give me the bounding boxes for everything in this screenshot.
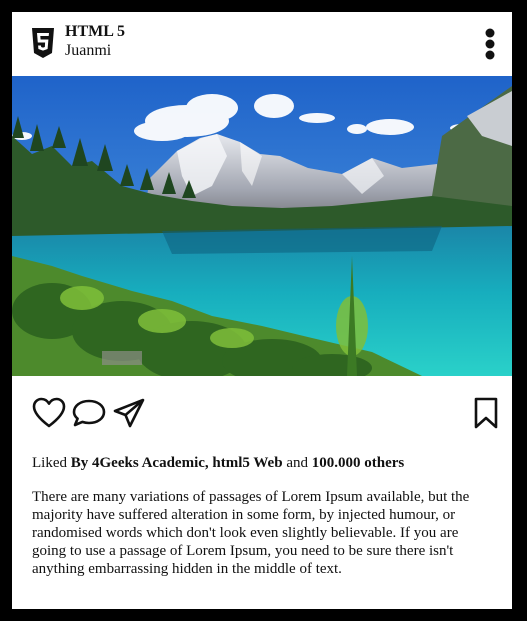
post-caption: There are many variations of passages of… [32, 489, 470, 577]
post-card: HTML 5 Juanmi Liked By 4Geeks Academic, … [12, 12, 512, 609]
likes-and: and [282, 455, 312, 471]
action-bar [12, 392, 512, 436]
account-username[interactable]: Juanmi [65, 42, 111, 60]
likes-prefix: Liked [32, 455, 71, 471]
html5-logo-icon [31, 28, 55, 58]
likes-summary: Liked By 4Geeks Academic, html5 Web and … [32, 454, 502, 472]
post-header: HTML 5 Juanmi [12, 12, 512, 76]
comment-icon[interactable] [72, 396, 106, 430]
post-image[interactable] [12, 76, 512, 376]
likes-others-count[interactable]: 100.000 others [312, 455, 405, 471]
bookmark-icon[interactable] [469, 396, 503, 430]
send-icon[interactable] [112, 396, 146, 430]
account-title[interactable]: HTML 5 [65, 23, 125, 41]
likes-by-accounts[interactable]: By 4Geeks Academic, html5 Web [71, 455, 283, 471]
heart-icon[interactable] [32, 396, 66, 430]
more-vertical-icon[interactable] [482, 28, 498, 60]
